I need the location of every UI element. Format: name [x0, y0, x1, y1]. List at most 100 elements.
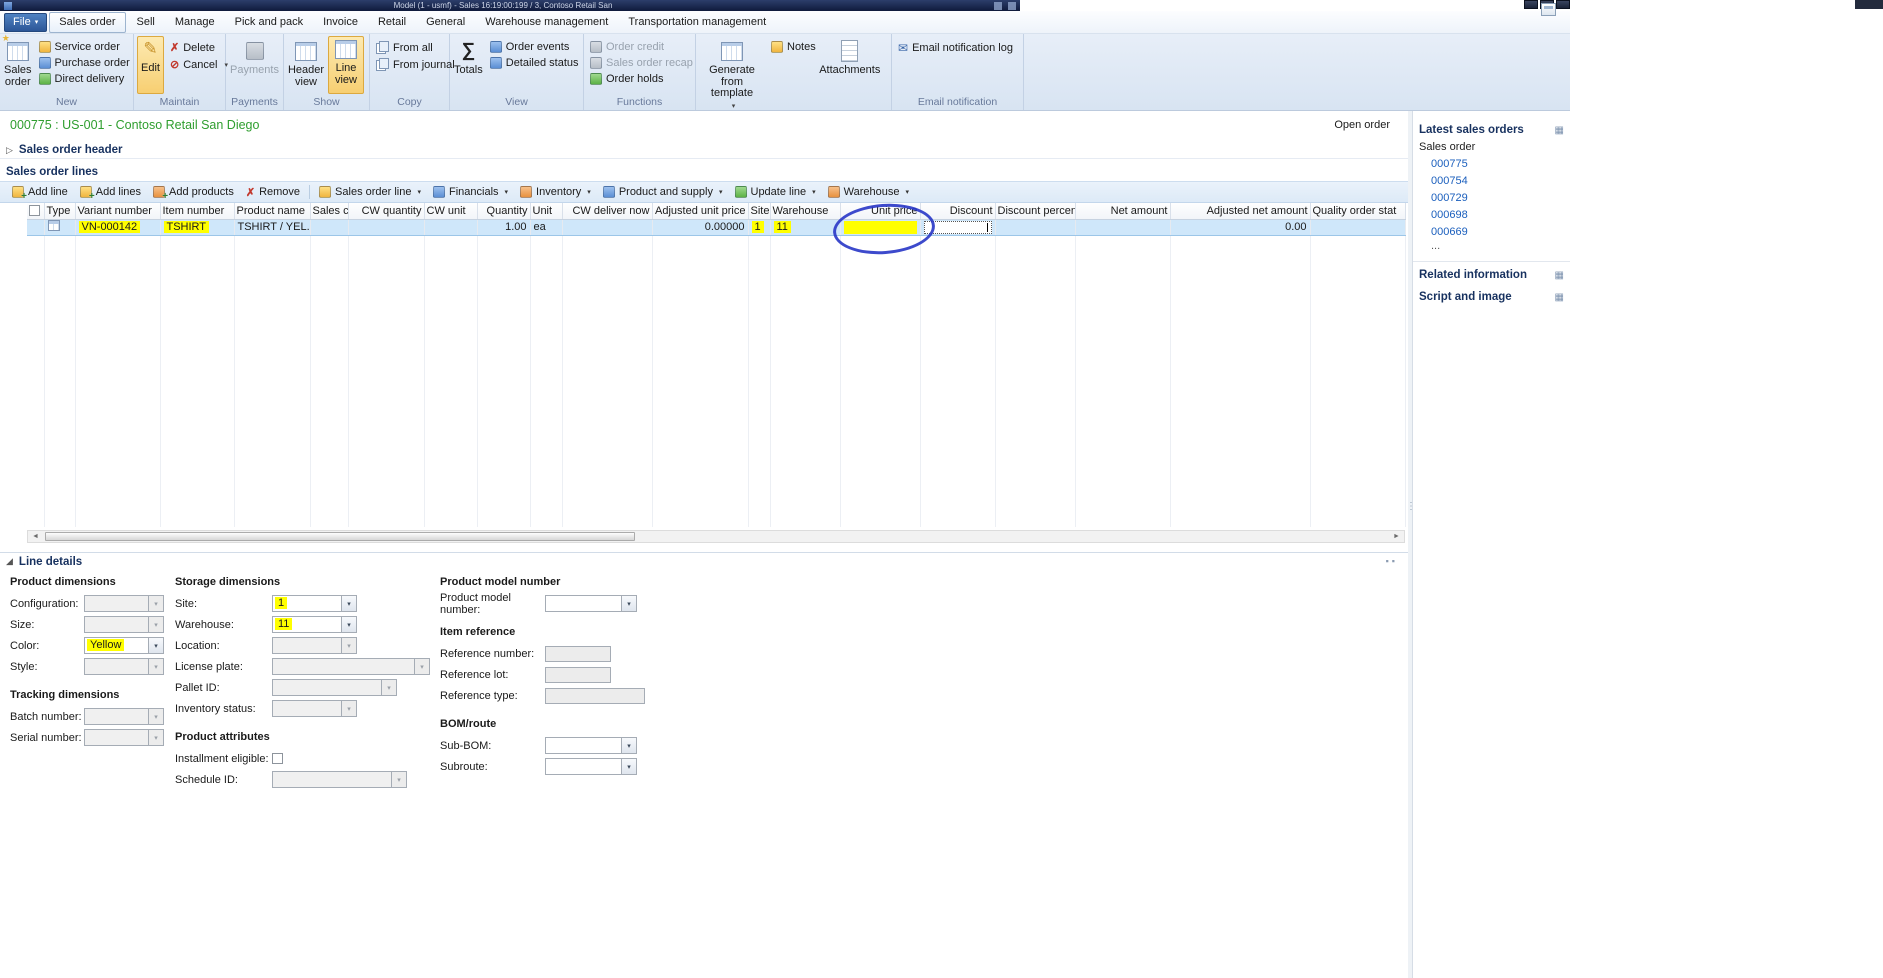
size-combo[interactable] — [84, 616, 164, 633]
serial-number-combo[interactable] — [84, 729, 164, 746]
product-and-supply-menu[interactable]: Product and supply — [597, 185, 729, 199]
cell-quantity[interactable]: 1.00 — [477, 219, 530, 235]
update-line-menu[interactable]: Update line — [729, 185, 822, 199]
header-view-button[interactable]: Header view — [287, 36, 325, 94]
list-item[interactable]: 000669 — [1413, 223, 1570, 240]
cell-sales-category[interactable] — [310, 219, 348, 235]
cell-adjusted-unit-price[interactable]: 0.00000 — [652, 219, 748, 235]
inventory-status-combo[interactable] — [272, 700, 357, 717]
schedule-id-combo[interactable] — [272, 771, 407, 788]
add-line-button[interactable]: Add line — [6, 185, 74, 199]
latest-sales-orders-header[interactable]: Latest sales orders ▦ — [1413, 121, 1570, 139]
service-order-button[interactable]: Service order — [36, 40, 133, 54]
site-combo[interactable]: 1 — [272, 595, 357, 612]
col-header-unit[interactable]: Unit — [530, 203, 562, 219]
email-notification-log-button[interactable]: ✉Email notification log — [895, 40, 1016, 56]
table-row[interactable]: VN-000142 TSHIRT TSHIRT / YEL... 1.00 ea… — [27, 219, 1405, 235]
financials-menu[interactable]: Financials — [427, 185, 514, 199]
col-header-cw-deliver-now[interactable]: CW deliver now — [562, 203, 652, 219]
cell-net-amount[interactable] — [1075, 219, 1170, 235]
line-view-button[interactable]: Line view — [328, 36, 364, 94]
installment-eligible-checkbox[interactable] — [272, 753, 283, 764]
list-item[interactable]: 000775 — [1413, 155, 1570, 172]
col-header-item-number[interactable]: Item number — [160, 203, 234, 219]
cell-variant-number[interactable]: VN-000142 — [75, 219, 160, 235]
tab-warehouse-management[interactable]: Warehouse management — [476, 12, 617, 33]
list-item[interactable]: 000754 — [1413, 172, 1570, 189]
purchase-order-button[interactable]: Purchase order — [36, 56, 133, 70]
add-lines-button[interactable]: Add lines — [74, 185, 147, 199]
order-holds-button[interactable]: Order holds — [587, 72, 696, 86]
product-model-number-combo[interactable] — [545, 595, 637, 612]
style-combo[interactable] — [84, 658, 164, 675]
cell-quality-order-status[interactable] — [1310, 219, 1405, 235]
select-all-checkbox[interactable] — [29, 205, 40, 216]
list-item[interactable]: 000729 — [1413, 189, 1570, 206]
totals-button[interactable]: ∑ Totals — [453, 36, 484, 94]
reference-lot-field[interactable] — [545, 667, 611, 683]
cell-type[interactable] — [44, 219, 75, 235]
script-and-image-header[interactable]: Script and image ▦ — [1413, 288, 1570, 306]
col-header-cw-unit[interactable]: CW unit — [424, 203, 477, 219]
cell-product-name[interactable]: TSHIRT / YEL... — [234, 219, 310, 235]
col-header-sales-category[interactable]: Sales c... — [310, 203, 348, 219]
batch-number-combo[interactable] — [84, 708, 164, 725]
select-all-header[interactable] — [27, 203, 44, 219]
cell-row-selector[interactable] — [27, 219, 44, 235]
col-header-net-amount[interactable]: Net amount — [1075, 203, 1170, 219]
cell-cw-quantity[interactable] — [348, 219, 424, 235]
col-header-adjusted-unit-price[interactable]: Adjusted unit price — [652, 203, 748, 219]
tab-manage[interactable]: Manage — [166, 12, 224, 33]
order-events-button[interactable]: Order events — [487, 40, 582, 54]
tab-pick-and-pack[interactable]: Pick and pack — [226, 12, 312, 33]
from-all-button[interactable]: From all — [373, 40, 458, 55]
add-products-button[interactable]: Add products — [147, 185, 240, 199]
tab-sell[interactable]: Sell — [128, 12, 164, 33]
cell-site[interactable]: 1 — [748, 219, 770, 235]
inventory-menu[interactable]: Inventory — [514, 185, 597, 199]
direct-delivery-button[interactable]: Direct delivery — [36, 72, 133, 86]
tab-invoice[interactable]: Invoice — [314, 12, 367, 33]
attachments-button[interactable]: Attachments — [822, 36, 878, 94]
detailed-status-button[interactable]: Detailed status — [487, 56, 582, 70]
location-combo[interactable] — [272, 637, 357, 654]
col-header-warehouse[interactable]: Warehouse — [770, 203, 840, 219]
col-header-type[interactable]: Type — [44, 203, 75, 219]
col-header-discount-percent[interactable]: Discount percent — [995, 203, 1075, 219]
cell-adjusted-net-amount[interactable]: 0.00 — [1170, 219, 1310, 235]
notes-button[interactable]: Notes — [768, 40, 819, 54]
color-combo[interactable]: Yellow — [84, 637, 164, 654]
minimize-button[interactable] — [1524, 0, 1538, 9]
col-header-site[interactable]: Site — [748, 203, 770, 219]
list-item[interactable]: 000698 — [1413, 206, 1570, 223]
tab-sales-order[interactable]: Sales order — [49, 12, 125, 33]
cancel-button[interactable]: ⊘Cancel — [167, 57, 231, 72]
col-header-cw-quantity[interactable]: CW quantity — [348, 203, 424, 219]
warehouse-combo[interactable]: 11 — [272, 616, 357, 633]
cell-cw-unit[interactable] — [424, 219, 477, 235]
subroute-combo[interactable] — [545, 758, 637, 775]
sales-order-header-section[interactable]: ▷ Sales order header — [0, 142, 1408, 159]
col-header-variant-number[interactable]: Variant number — [75, 203, 160, 219]
edit-button[interactable]: ✎ Edit — [137, 36, 164, 94]
restore-window-icon[interactable] — [1541, 3, 1556, 16]
tab-general[interactable]: General — [417, 12, 474, 33]
scroll-left-icon[interactable]: ◄ — [28, 531, 43, 542]
line-details-section[interactable]: ◢ Line details — [0, 552, 1408, 570]
scrollbar-thumb[interactable] — [45, 532, 635, 541]
reference-number-field[interactable] — [545, 646, 611, 662]
warehouse-menu[interactable]: Warehouse — [822, 185, 915, 199]
col-header-product-name[interactable]: Product name — [234, 203, 310, 219]
cell-warehouse[interactable]: 11 — [770, 219, 840, 235]
sales-order-button[interactable]: ★ Sales order — [3, 36, 33, 94]
sales-order-line-menu[interactable]: Sales order line — [313, 185, 427, 199]
from-journal-button[interactable]: From journal — [373, 57, 458, 72]
col-header-quantity[interactable]: Quantity — [477, 203, 530, 219]
tab-retail[interactable]: Retail — [369, 12, 415, 33]
license-plate-combo[interactable] — [272, 658, 430, 675]
cell-unit[interactable]: ea — [530, 219, 562, 235]
sub-bom-combo[interactable] — [545, 737, 637, 754]
related-information-header[interactable]: Related information ▦ — [1413, 266, 1570, 284]
file-menu-button[interactable]: File▾ — [4, 13, 47, 32]
delete-button[interactable]: ✗Delete — [167, 40, 231, 55]
